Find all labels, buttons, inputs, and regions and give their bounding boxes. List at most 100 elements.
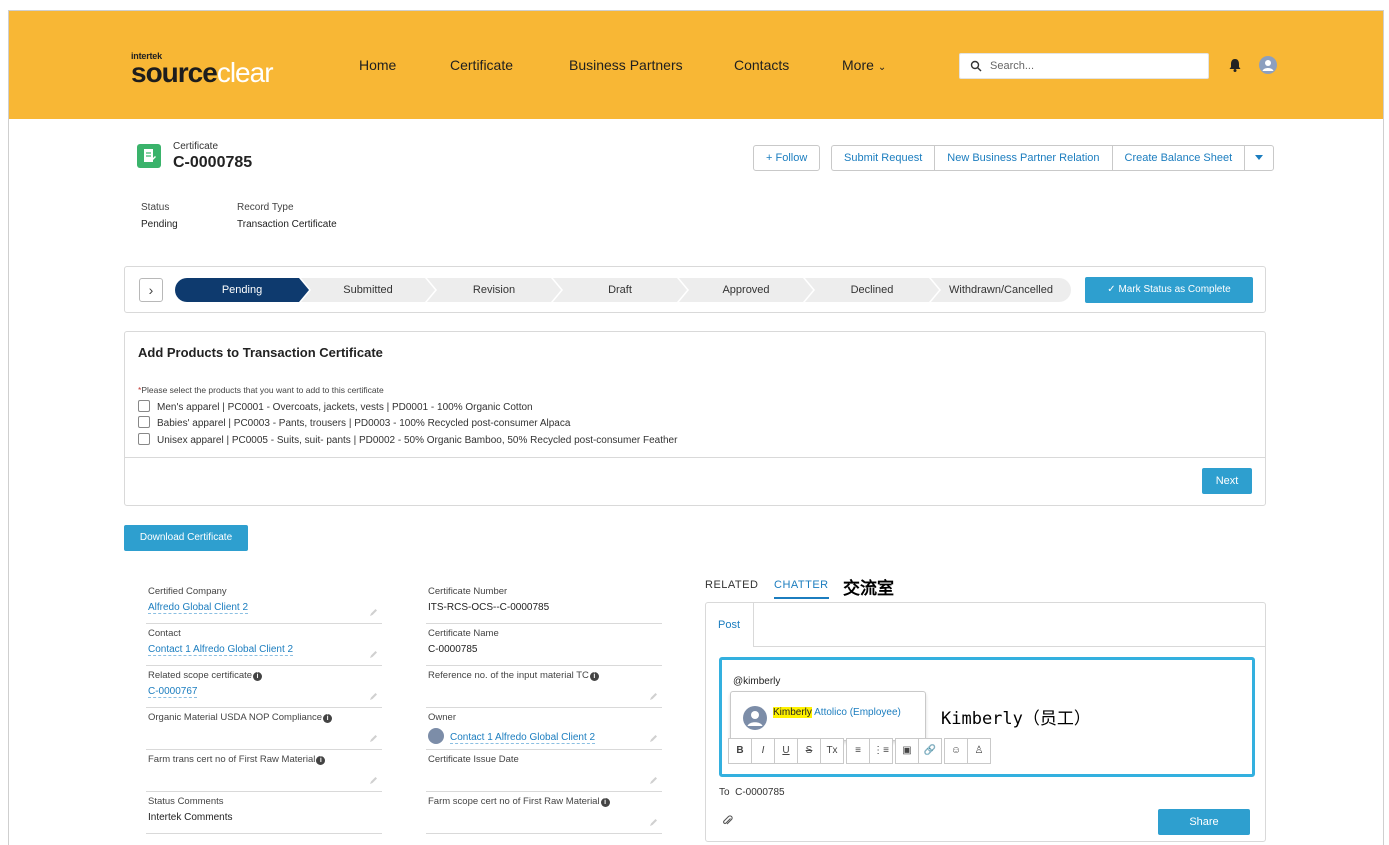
edit-pencil-icon[interactable] xyxy=(369,734,378,743)
product-label: Babies' apparel | PC0003 - Pants, trouse… xyxy=(157,418,571,429)
field-label: Farm scope cert no of First Raw Material xyxy=(428,796,600,807)
product-option[interactable]: Babies' apparel | PC0003 - Pants, trouse… xyxy=(138,416,570,429)
product-checkbox[interactable] xyxy=(138,433,150,445)
product-option[interactable]: Unisex apparel | PC0005 - Suits, suit- p… xyxy=(138,433,677,446)
path-step-pending[interactable]: Pending xyxy=(175,278,309,302)
field-label: Status Comments xyxy=(148,796,224,807)
certified-company-link[interactable]: Alfredo Global Client 2 xyxy=(148,602,249,614)
info-icon[interactable]: i xyxy=(323,714,333,723)
edit-pencil-icon[interactable] xyxy=(369,608,378,617)
nav-home[interactable]: Home xyxy=(359,57,396,73)
emoji-button[interactable]: ☺ xyxy=(944,738,968,764)
composer-text: @kimberly xyxy=(733,676,781,687)
contact-link[interactable]: Contact 1 Alfredo Global Client 2 xyxy=(148,644,294,656)
hint-text: Please select the products that you want… xyxy=(141,385,384,395)
related-scope-certificate-link[interactable]: C-0000767 xyxy=(148,686,198,698)
path-step-submitted[interactable]: Submitted xyxy=(301,278,435,302)
mention-suggestion[interactable]: Kimberly Attolico (Employee) xyxy=(730,691,926,741)
edit-pencil-icon[interactable] xyxy=(649,734,658,743)
product-option[interactable]: Men's apparel | PC0001 - Overcoats, jack… xyxy=(138,400,533,413)
bell-icon[interactable] xyxy=(1227,57,1243,73)
field-certified-company: Certified Company Alfredo Global Client … xyxy=(146,582,382,624)
path-step-declined[interactable]: Declined xyxy=(805,278,939,302)
mention-button[interactable]: ♙ xyxy=(967,738,991,764)
sourceclear-logo[interactable]: intertek sourceclear xyxy=(131,51,274,88)
to-value: C-0000785 xyxy=(735,787,785,798)
tab-related[interactable]: RELATED xyxy=(705,579,758,591)
product-label: Unisex apparel | PC0005 - Suits, suit- p… xyxy=(157,435,678,446)
record-name: C-0000785 xyxy=(173,154,253,171)
product-checkbox[interactable] xyxy=(138,416,150,428)
path-expand-button[interactable]: › xyxy=(139,278,163,302)
italic-button[interactable]: I xyxy=(751,738,775,764)
products-hint: *Please select the products that you wan… xyxy=(138,385,384,395)
edit-pencil-icon[interactable] xyxy=(649,692,658,701)
field-related-scope-certificate: Related scope certificate i C-0000767 xyxy=(146,666,382,708)
to-label: To xyxy=(719,787,730,798)
logo-source: source xyxy=(131,57,218,88)
nav-certificate[interactable]: Certificate xyxy=(450,57,513,73)
field-label: Reference no. of the input material TC xyxy=(428,670,589,681)
product-checkbox[interactable] xyxy=(138,400,150,412)
clear-format-button[interactable]: Tx xyxy=(820,738,844,764)
global-search-input[interactable]: Search... xyxy=(959,53,1209,79)
nav-contacts[interactable]: Contacts xyxy=(734,57,789,73)
info-icon[interactable]: i xyxy=(589,672,599,681)
path-step-draft[interactable]: Draft xyxy=(553,278,687,302)
numbered-list-button[interactable]: ⋮≡ xyxy=(869,738,893,764)
edit-pencil-icon[interactable] xyxy=(369,776,378,785)
edit-pencil-icon[interactable] xyxy=(649,776,658,785)
info-icon[interactable]: i xyxy=(600,798,610,807)
path-step-revision[interactable]: Revision xyxy=(427,278,561,302)
suggestion-name: Attolico (Employee) xyxy=(811,707,901,718)
path-step-withdrawn-cancelled[interactable]: Withdrawn/Cancelled xyxy=(931,278,1071,302)
suggestion-highlight: Kimberly xyxy=(773,707,812,718)
link-button[interactable]: 🔗 xyxy=(918,738,942,764)
tab-chatter[interactable]: CHATTER xyxy=(774,579,829,599)
bold-button[interactable]: B xyxy=(728,738,752,764)
create-balance-sheet-button[interactable]: Create Balance Sheet xyxy=(1111,145,1245,171)
field-farm-scope-cert: Farm scope cert no of First Raw Material… xyxy=(426,792,662,834)
record-actions: Submit Request New Business Partner Rela… xyxy=(831,145,1275,171)
record-type-label: Record Type xyxy=(237,202,294,213)
field-certificate-issue-date: Certificate Issue Date xyxy=(426,750,662,792)
field-usda-nop-compliance: Organic Material USDA NOP Compliance i xyxy=(146,708,382,750)
status-value: Pending xyxy=(141,219,178,230)
owner-link[interactable]: Contact 1 Alfredo Global Client 2 xyxy=(450,732,596,744)
owner-avatar xyxy=(428,728,444,744)
suggestion-annotation: Kimberly（员工） xyxy=(941,709,1091,729)
suggestion-avatar xyxy=(743,706,767,730)
image-button[interactable]: ▣ xyxy=(895,738,919,764)
field-farm-trans-cert: Farm trans cert no of First Raw Material… xyxy=(146,750,382,792)
submit-request-button[interactable]: Submit Request xyxy=(831,145,935,171)
user-avatar[interactable] xyxy=(1259,56,1277,74)
underline-button[interactable]: U xyxy=(774,738,798,764)
product-label: Men's apparel | PC0001 - Overcoats, jack… xyxy=(157,402,533,413)
share-button[interactable]: Share xyxy=(1158,809,1250,835)
nav-more-label: More xyxy=(842,57,874,73)
attachment-icon[interactable] xyxy=(722,815,734,827)
field-contact: Contact Contact 1 Alfredo Global Client … xyxy=(146,624,382,666)
field-value: Intertek Comments xyxy=(148,812,233,823)
nav-business-partners[interactable]: Business Partners xyxy=(569,57,683,73)
follow-button[interactable]: + Follow xyxy=(753,145,821,171)
edit-pencil-icon[interactable] xyxy=(369,692,378,701)
info-icon[interactable]: i xyxy=(253,672,263,681)
tab-post[interactable]: Post xyxy=(706,603,754,647)
search-icon xyxy=(970,60,982,72)
next-button[interactable]: Next xyxy=(1202,468,1252,494)
strikethrough-button[interactable]: S xyxy=(797,738,821,764)
more-actions-dropdown[interactable] xyxy=(1244,145,1275,171)
path-step-approved[interactable]: Approved xyxy=(679,278,813,302)
info-icon[interactable]: i xyxy=(316,756,326,765)
download-certificate-button[interactable]: Download Certificate xyxy=(124,525,248,551)
mark-status-complete-button[interactable]: ✓ Mark Status as Complete xyxy=(1085,277,1253,303)
edit-pencil-icon[interactable] xyxy=(649,818,658,827)
field-label: Certificate Number xyxy=(428,586,508,597)
field-label: Related scope certificate xyxy=(148,670,253,681)
nav-more[interactable]: More ⌄ xyxy=(842,57,886,73)
field-label: Organic Material USDA NOP Compliance xyxy=(148,712,323,723)
new-business-partner-relation-button[interactable]: New Business Partner Relation xyxy=(934,145,1112,171)
edit-pencil-icon[interactable] xyxy=(369,650,378,659)
bullet-list-button[interactable]: ≡ xyxy=(846,738,870,764)
